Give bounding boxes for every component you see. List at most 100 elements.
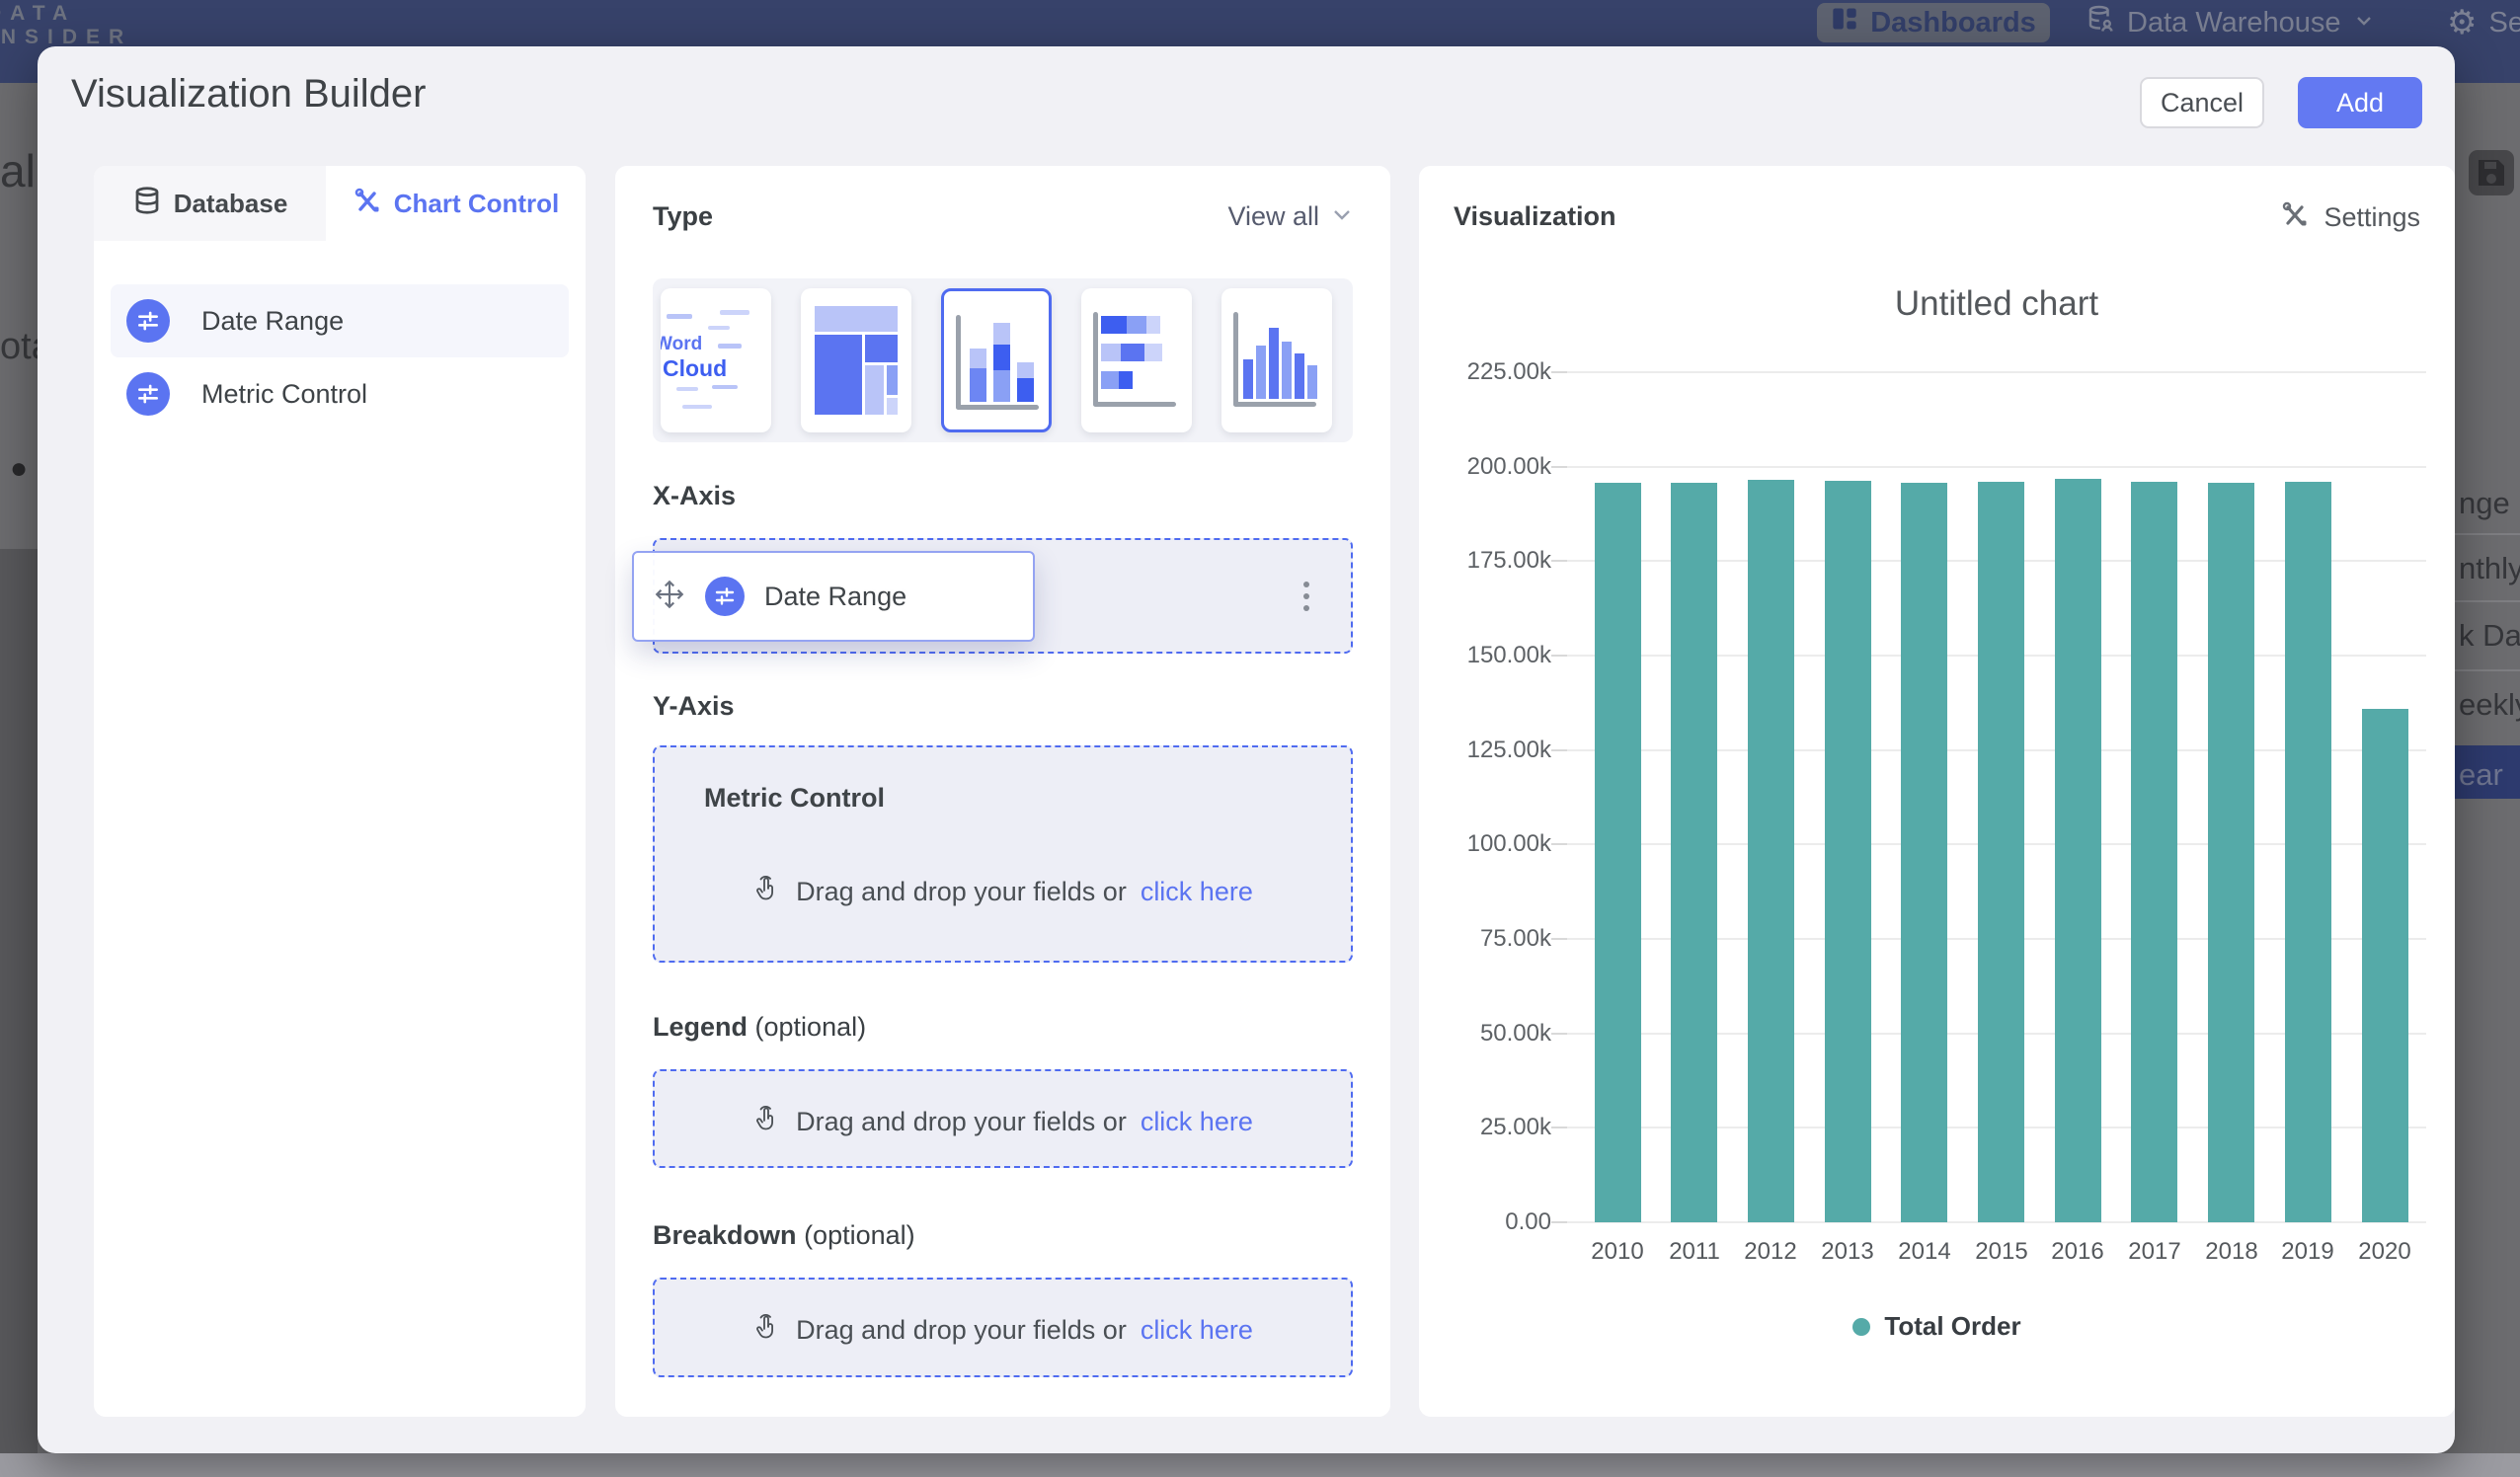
bar-2010 xyxy=(1595,483,1641,1222)
x-axis-section-label: X-Axis xyxy=(653,481,736,511)
bar-chart-plot: 225.00k200.00k175.00k150.00k125.00k100.0… xyxy=(1567,372,2426,1222)
treemap-icon xyxy=(815,306,898,332)
control-sliders-icon xyxy=(126,372,170,416)
click-here-link[interactable]: click here xyxy=(1141,1107,1253,1137)
x-axis-label: 2013 xyxy=(1803,1238,1892,1266)
chart-type-word-cloud[interactable]: Word Cloud xyxy=(661,288,771,432)
chart-type-column[interactable] xyxy=(1221,288,1332,432)
app-logo: DATA INSIDER xyxy=(0,2,132,49)
x-axis-label: 2017 xyxy=(2110,1238,2199,1266)
x-axis-label: 2014 xyxy=(1880,1238,1969,1266)
bar-2015 xyxy=(1978,482,2024,1222)
cancel-button[interactable]: Cancel xyxy=(2140,77,2264,128)
background-panel xyxy=(0,549,38,1453)
x-axis-label: 2012 xyxy=(1726,1238,1815,1266)
tab-database-label: Database xyxy=(174,189,288,219)
settings-label: Settings xyxy=(2323,202,2420,233)
nav-settings-label: Settings xyxy=(2488,7,2520,39)
save-button[interactable] xyxy=(2469,150,2514,195)
stacked-column-icon xyxy=(956,315,961,410)
y-axis-label: 75.00k xyxy=(1433,925,1551,953)
add-button[interactable]: Add xyxy=(2298,77,2422,128)
kebab-menu-icon[interactable] xyxy=(1303,582,1309,611)
bar-2012 xyxy=(1748,480,1794,1222)
y-axis-drop-zone[interactable]: Metric Control Drag and drop your fields… xyxy=(653,745,1353,963)
y-axis-label: 100.00k xyxy=(1433,830,1551,858)
dragged-field-label: Date Range xyxy=(764,582,906,612)
field-item-metric-control[interactable]: Metric Control xyxy=(111,357,569,430)
y-axis-tick xyxy=(1551,655,1567,657)
column-chart-icon xyxy=(1233,312,1238,407)
database-icon xyxy=(2086,4,2115,41)
y-axis-tick xyxy=(1551,749,1567,751)
y-axis-tick xyxy=(1551,560,1567,562)
database-icon xyxy=(132,186,162,222)
gridline xyxy=(1567,371,2426,373)
tools-icon xyxy=(2280,199,2310,236)
tap-hand-icon xyxy=(752,1104,782,1140)
tab-database[interactable]: Database xyxy=(94,166,326,241)
view-all-dropdown[interactable]: View all xyxy=(1227,201,1353,232)
y-axis-label: 50.00k xyxy=(1433,1020,1551,1048)
background-menu-item: nthly xyxy=(2459,551,2520,586)
move-icon xyxy=(654,579,685,615)
bar-2014 xyxy=(1901,483,1947,1222)
tap-hand-icon xyxy=(752,1312,782,1349)
y-axis-label: 225.00k xyxy=(1433,358,1551,386)
background-menu-item: nge xyxy=(2459,486,2510,521)
chart-type-stacked-bar[interactable] xyxy=(1081,288,1192,432)
bar-2019 xyxy=(2285,482,2331,1222)
breakdown-drop-zone[interactable]: Drag and drop your fields or click here xyxy=(653,1278,1353,1377)
chart-type-treemap[interactable] xyxy=(801,288,911,432)
tab-chart-control[interactable]: Chart Control xyxy=(326,166,586,241)
word-cloud-icon: Word xyxy=(661,334,702,355)
view-all-label: View all xyxy=(1227,201,1319,232)
divider xyxy=(2455,600,2520,602)
y-axis-tick xyxy=(1551,1033,1567,1035)
nav-item-data-warehouse[interactable]: Data Warehouse xyxy=(2086,3,2375,42)
background-menu-item-selected: ear xyxy=(2455,745,2520,799)
field-label: Metric Control xyxy=(201,379,367,410)
click-here-link[interactable]: click here xyxy=(1141,877,1253,907)
background-text-fragment: al xyxy=(0,144,36,197)
control-sliders-icon xyxy=(126,299,170,343)
divider xyxy=(2455,533,2520,535)
bar-2011 xyxy=(1671,483,1717,1222)
tab-chart-control-label: Chart Control xyxy=(394,189,560,219)
dragged-field-card[interactable]: Date Range xyxy=(632,551,1035,642)
x-axis-label: 2016 xyxy=(2033,1238,2122,1266)
divider xyxy=(2455,669,2520,671)
nav-item-dashboards[interactable]: Dashboards xyxy=(1817,3,2050,42)
settings-button[interactable]: Settings xyxy=(2280,199,2420,236)
tap-hand-icon xyxy=(752,874,782,910)
y-axis-tick xyxy=(1551,466,1567,468)
bar-2020 xyxy=(2362,709,2408,1222)
legend-drop-zone[interactable]: Drag and drop your fields or click here xyxy=(653,1069,1353,1168)
gridline xyxy=(1567,466,2426,468)
y-axis-label: 0.00 xyxy=(1433,1208,1551,1236)
y-axis-label: 150.00k xyxy=(1433,642,1551,669)
background-menu-item: k Date xyxy=(2459,618,2520,654)
breakdown-section-label: Breakdown (optional) xyxy=(653,1220,915,1251)
type-section-label: Type xyxy=(653,201,713,232)
field-item-date-range[interactable]: Date Range xyxy=(111,284,569,357)
y-axis-tick xyxy=(1551,1127,1567,1128)
y-axis-label: 25.00k xyxy=(1433,1114,1551,1141)
logo-line-1: DATA xyxy=(0,2,132,26)
chart-type-stacked-column[interactable] xyxy=(941,288,1052,432)
background-panel xyxy=(0,1453,2520,1477)
nav-item-settings[interactable]: ⚙ Settings xyxy=(2447,3,2520,42)
tools-icon xyxy=(353,186,382,222)
y-axis-label: 175.00k xyxy=(1433,547,1551,575)
y-axis-label: 125.00k xyxy=(1433,737,1551,764)
screen: DATA INSIDER Dashboards Data Warehouse ⚙… xyxy=(0,0,2520,1477)
chart-builder-panel: Type View all Word Cloud xyxy=(615,166,1390,1417)
x-axis-label: 2020 xyxy=(2340,1238,2429,1266)
chart-legend: Total Order xyxy=(1419,1311,2455,1342)
background-menu-item: eekly xyxy=(2459,687,2520,723)
chevron-down-icon xyxy=(2353,7,2375,39)
chart-type-carousel: Word Cloud xyxy=(653,278,1353,442)
click-here-link[interactable]: click here xyxy=(1141,1315,1253,1346)
visualization-header: Visualization xyxy=(1454,201,1616,232)
field-label: Date Range xyxy=(201,306,344,337)
